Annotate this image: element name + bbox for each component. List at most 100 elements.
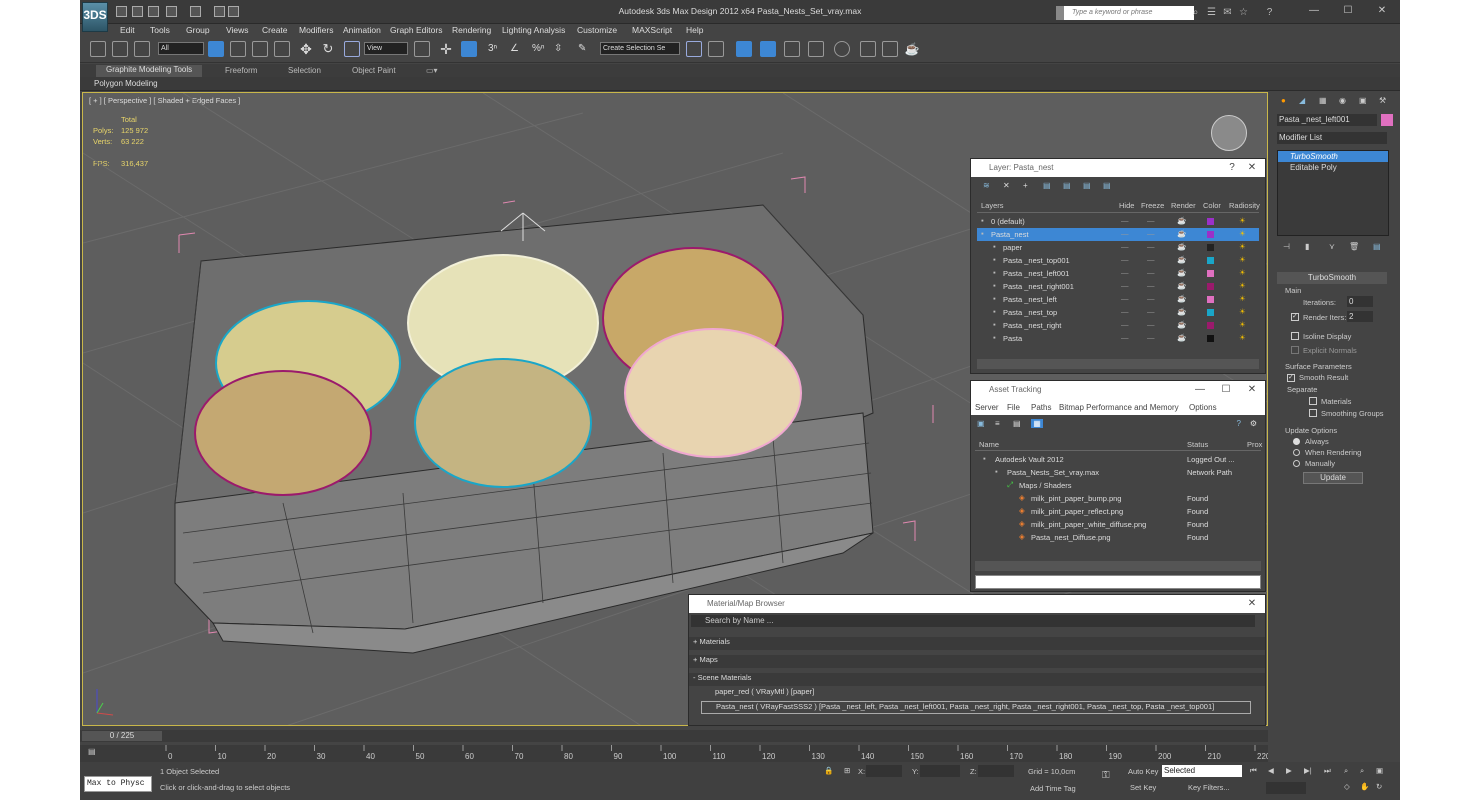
- layer-manager-icon[interactable]: [736, 41, 752, 57]
- asset-settings-icon[interactable]: ⚙: [1250, 419, 1257, 428]
- col-name[interactable]: Name: [979, 440, 999, 449]
- layer-color-swatch[interactable]: [1207, 257, 1214, 264]
- render-toggle-icon[interactable]: ☕: [1177, 216, 1186, 225]
- select-object-icon[interactable]: [208, 41, 224, 57]
- layer-color-swatch[interactable]: [1207, 296, 1214, 303]
- display-tab-icon[interactable]: ▣: [1359, 96, 1367, 105]
- layer-color-swatch[interactable]: [1207, 231, 1214, 238]
- field-of-view-icon[interactable]: ◇: [1344, 782, 1350, 791]
- hide-toggle[interactable]: —: [1121, 268, 1129, 277]
- menu-rendering[interactable]: Rendering: [452, 25, 491, 35]
- layer-color-swatch[interactable]: [1207, 218, 1214, 225]
- col-hide[interactable]: Hide: [1119, 201, 1134, 210]
- hide-toggle[interactable]: —: [1121, 255, 1129, 264]
- spinner-snap-icon[interactable]: ⇳: [554, 41, 570, 57]
- freeze-toggle[interactable]: —: [1147, 255, 1155, 264]
- asset-minimize-button[interactable]: —: [1193, 381, 1207, 399]
- favorites-icon[interactable]: ☆: [1238, 7, 1249, 18]
- render-toggle-icon[interactable]: ☕: [1177, 294, 1186, 303]
- asset-row[interactable]: ◈ milk_pint_paper_reflect.png Found: [975, 505, 1261, 518]
- col-status[interactable]: Status: [1187, 440, 1208, 449]
- col-freeze[interactable]: Freeze: [1141, 201, 1164, 210]
- hide-toggle[interactable]: —: [1121, 281, 1129, 290]
- select-by-name-icon[interactable]: [230, 41, 246, 57]
- group-materials[interactable]: + Materials: [689, 637, 1265, 650]
- scale-icon[interactable]: [344, 41, 360, 57]
- align-icon[interactable]: [708, 41, 724, 57]
- radiosity-icon[interactable]: ☀: [1239, 216, 1246, 225]
- maximize-button[interactable]: ☐: [1336, 4, 1360, 18]
- object-name-field[interactable]: Pasta _nest_left001: [1277, 114, 1377, 126]
- menu-help[interactable]: Help: [686, 25, 703, 35]
- select-in-layer-icon[interactable]: ▤: [1043, 181, 1051, 190]
- render-toggle-icon[interactable]: ☕: [1177, 229, 1186, 238]
- delete-layer-icon[interactable]: ✕: [1003, 181, 1010, 190]
- menu-animation[interactable]: Animation: [343, 25, 381, 35]
- update-button[interactable]: Update: [1303, 472, 1363, 484]
- render-iters-spinner[interactable]: 2: [1347, 311, 1373, 322]
- rotate-icon[interactable]: ↻: [320, 41, 336, 57]
- schematic-view-icon[interactable]: [808, 41, 824, 57]
- motion-tab-icon[interactable]: ◉: [1339, 96, 1346, 105]
- asset-row[interactable]: ◈ Pasta_nest_Diffuse.png Found: [975, 531, 1261, 544]
- z-coordinate-field[interactable]: [978, 765, 1014, 777]
- go-to-start-icon[interactable]: ⏮: [1250, 766, 1257, 776]
- subscription-icon[interactable]: ☰: [1206, 7, 1217, 18]
- time-slider[interactable]: 0 / 225: [80, 730, 1268, 742]
- minimize-button[interactable]: —: [1302, 4, 1326, 18]
- object-color-swatch[interactable]: [1381, 114, 1393, 126]
- layer-color-swatch[interactable]: [1207, 244, 1214, 251]
- hierarchy-tab-icon[interactable]: ▦: [1319, 96, 1327, 105]
- layer-row[interactable]: paper ▪ — — ☕ ☀: [977, 241, 1259, 254]
- search-input[interactable]: Type a keyword or phrase: [1064, 6, 1194, 20]
- curve-editor-icon[interactable]: [784, 41, 800, 57]
- smoothing-groups-checkbox[interactable]: [1309, 409, 1317, 417]
- select-and-link-icon[interactable]: [90, 41, 106, 57]
- layer-row[interactable]: Pasta _nest_left ▪ — — ☕ ☀: [977, 293, 1259, 306]
- render-toggle-icon[interactable]: ☕: [1177, 242, 1186, 251]
- radiosity-icon[interactable]: ☀: [1239, 255, 1246, 264]
- hide-toggle[interactable]: —: [1121, 307, 1129, 316]
- freeze-toggle[interactable]: —: [1147, 333, 1155, 342]
- reference-coordinate-dropdown[interactable]: View: [364, 42, 408, 55]
- edit-named-selection-icon[interactable]: ✎: [578, 41, 594, 57]
- manually-radio[interactable]: [1293, 460, 1300, 467]
- menu-create[interactable]: Create: [262, 25, 288, 35]
- layer-row[interactable]: Pasta _nest_top ▪ — — ☕ ☀: [977, 306, 1259, 319]
- explicit-normals-checkbox[interactable]: [1291, 346, 1299, 354]
- create-tab-icon[interactable]: ●: [1281, 96, 1286, 105]
- tab-graphite-modeling-tools[interactable]: Graphite Modeling Tools: [96, 65, 203, 77]
- freeze-toggle[interactable]: —: [1147, 307, 1155, 316]
- key-set-dropdown[interactable]: Selected: [1162, 765, 1242, 777]
- set-key-button[interactable]: Set Key: [1130, 783, 1156, 792]
- col-color[interactable]: Color: [1203, 201, 1221, 210]
- freeze-all-layers-icon[interactable]: ▤: [1103, 181, 1111, 190]
- pan-icon[interactable]: ✋: [1360, 782, 1369, 791]
- stack-item-turbosmooth[interactable]: TurboSmooth: [1278, 151, 1388, 162]
- lock-selection-icon[interactable]: 🔒: [824, 766, 833, 775]
- remove-modifier-icon[interactable]: 🗑: [1349, 242, 1359, 251]
- pivot-center-icon[interactable]: [414, 41, 430, 57]
- always-radio[interactable]: [1293, 438, 1300, 445]
- layer-row[interactable]: Pasta _nest_right001 ▪ — — ☕ ☀: [977, 280, 1259, 293]
- search-toggle-icon[interactable]: [1056, 6, 1064, 20]
- render-toggle-icon[interactable]: ☕: [1177, 333, 1186, 342]
- smooth-result-checkbox[interactable]: ✓: [1287, 374, 1295, 382]
- asset-row[interactable]: ⤢ Maps / Shaders: [975, 479, 1261, 492]
- layer-row[interactable]: 0 (default) ▪ — — ☕ ☀: [977, 215, 1259, 228]
- layer-row[interactable]: Pasta ▪ — — ☕ ☀: [977, 332, 1259, 345]
- highlight-layer-icon[interactable]: ▤: [1063, 181, 1071, 190]
- close-button[interactable]: ✕: [1370, 4, 1394, 18]
- layer-row[interactable]: Pasta _nest_right ▪ — — ☕ ☀: [977, 319, 1259, 332]
- layer-row[interactable]: Pasta _nest_top001 ▪ — — ☕ ☀: [977, 254, 1259, 267]
- asset-scrollbar[interactable]: [975, 561, 1261, 571]
- stack-item-editable-poly[interactable]: Editable Poly: [1278, 162, 1388, 173]
- radiosity-icon[interactable]: ☀: [1239, 320, 1246, 329]
- radiosity-icon[interactable]: ☀: [1239, 307, 1246, 316]
- zoom-icon[interactable]: ⌕: [1344, 766, 1348, 776]
- material-item-pasta-nest[interactable]: Pasta_nest ( VRayFastSSS2 ) [Pasta _nest…: [701, 701, 1251, 714]
- iterations-spinner[interactable]: 0: [1347, 296, 1373, 307]
- modifier-list-dropdown[interactable]: Modifier List: [1277, 132, 1387, 144]
- render-toggle-icon[interactable]: ☕: [1177, 268, 1186, 277]
- move-icon[interactable]: ✥: [298, 41, 314, 57]
